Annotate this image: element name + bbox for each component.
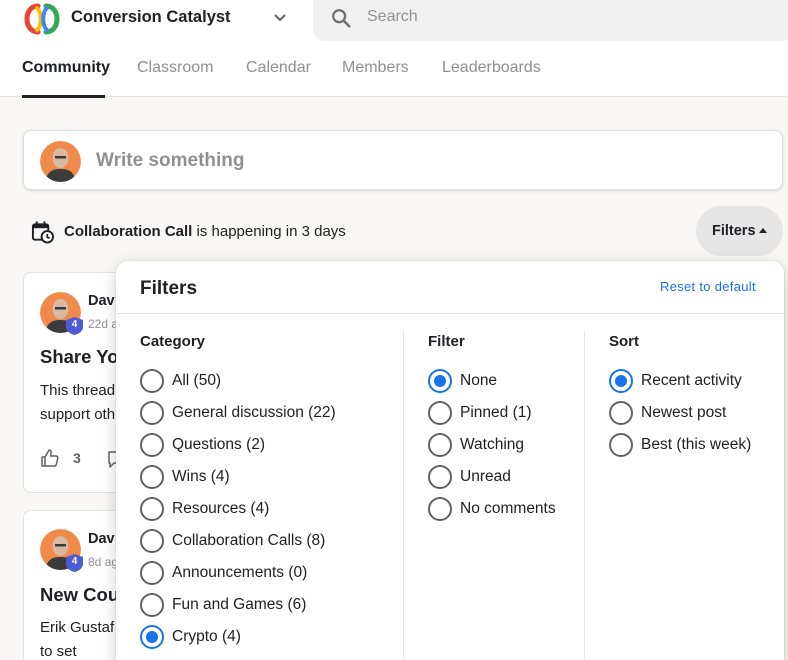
option-label: No comments [460, 500, 556, 517]
option-label: All (50) [172, 372, 222, 389]
filters-button-label: Filters [712, 223, 756, 239]
option-label: Collaboration Calls (8) [172, 532, 326, 549]
radio-button[interactable] [140, 433, 164, 457]
top-header: Conversion Catalyst Community Classroom … [0, 0, 788, 98]
radio-button[interactable] [428, 433, 452, 457]
option-label: General discussion (22) [172, 404, 336, 421]
radio-button[interactable] [609, 433, 633, 457]
tab-leaderboards[interactable]: Leaderboards [442, 59, 541, 77]
option-label: Fun and Games (6) [172, 596, 307, 613]
radio-button[interactable] [428, 401, 452, 425]
option-label: Crypto (4) [172, 628, 241, 645]
option-label: Watching [460, 436, 525, 453]
category-heading: Category [140, 333, 206, 350]
level-number: 4 [71, 319, 78, 330]
radio-button-selected[interactable] [140, 625, 164, 649]
filters-button[interactable]: Filters [696, 206, 783, 256]
filter-heading: Filter [428, 333, 465, 350]
post-author[interactable]: Dav [88, 293, 115, 309]
radio-button-selected[interactable] [428, 369, 452, 393]
radio-button[interactable] [140, 593, 164, 617]
sort-heading: Sort [609, 333, 639, 350]
radio-button[interactable] [140, 369, 164, 393]
radio-button[interactable] [428, 465, 452, 489]
avatar[interactable] [40, 141, 81, 182]
search-input[interactable] [367, 6, 767, 28]
post-time: 22d a [88, 317, 119, 331]
tab-calendar[interactable]: Calendar [246, 59, 311, 77]
post-author[interactable]: Dav [88, 531, 115, 547]
reset-to-default-link[interactable]: Reset to default [660, 279, 756, 294]
option-label: Wins (4) [172, 468, 230, 485]
filters-title: Filters [140, 278, 198, 299]
divider [116, 313, 784, 314]
column-divider [584, 331, 585, 660]
option-label: Best (this week) [641, 436, 752, 453]
tab-classroom[interactable]: Classroom [137, 59, 213, 77]
option-label: Pinned (1) [460, 404, 532, 421]
app-name[interactable]: Conversion Catalyst [71, 8, 231, 27]
filters-dropdown: Filters Reset to default Category Filter… [116, 261, 784, 660]
option-label: Announcements (0) [172, 564, 308, 581]
radio-button[interactable] [140, 561, 164, 585]
thumbs-up-icon[interactable] [40, 448, 60, 468]
search-bar[interactable] [313, 0, 788, 41]
radio-button-selected[interactable] [609, 369, 633, 393]
post-time: 8d ag [88, 555, 119, 569]
like-count: 3 [73, 450, 81, 466]
post-composer[interactable]: Write something [23, 130, 783, 190]
composer-placeholder[interactable]: Write something [96, 150, 245, 172]
search-icon [332, 9, 351, 28]
level-number: 4 [71, 556, 78, 567]
conversion-catalyst-logo[interactable] [24, 2, 60, 36]
radio-button[interactable] [609, 401, 633, 425]
event-text[interactable]: Collaboration Call is happening in 3 day… [64, 223, 346, 240]
radio-button[interactable] [140, 497, 164, 521]
column-divider [403, 331, 404, 660]
radio-button[interactable] [140, 529, 164, 553]
event-time-text: is happening in 3 days [192, 223, 346, 240]
tab-community[interactable]: Community [22, 59, 110, 77]
chevron-down-icon[interactable] [272, 10, 288, 26]
post-title[interactable]: Share Yo [40, 346, 119, 368]
active-tab-indicator [22, 95, 105, 98]
radio-button[interactable] [140, 401, 164, 425]
option-label: Questions (2) [172, 436, 266, 453]
option-label: Recent activity [641, 372, 742, 389]
option-label: Newest post [641, 404, 727, 421]
radio-button[interactable] [428, 497, 452, 521]
option-label: Unread [460, 468, 511, 485]
event-name[interactable]: Collaboration Call [64, 223, 192, 240]
option-label: None [460, 372, 498, 389]
calendar-clock-icon [31, 221, 54, 244]
radio-button[interactable] [140, 465, 164, 489]
tab-members[interactable]: Members [342, 59, 409, 77]
option-label: Resources (4) [172, 500, 270, 517]
caret-up-icon [759, 228, 767, 233]
post-title[interactable]: New Cou [40, 584, 119, 606]
